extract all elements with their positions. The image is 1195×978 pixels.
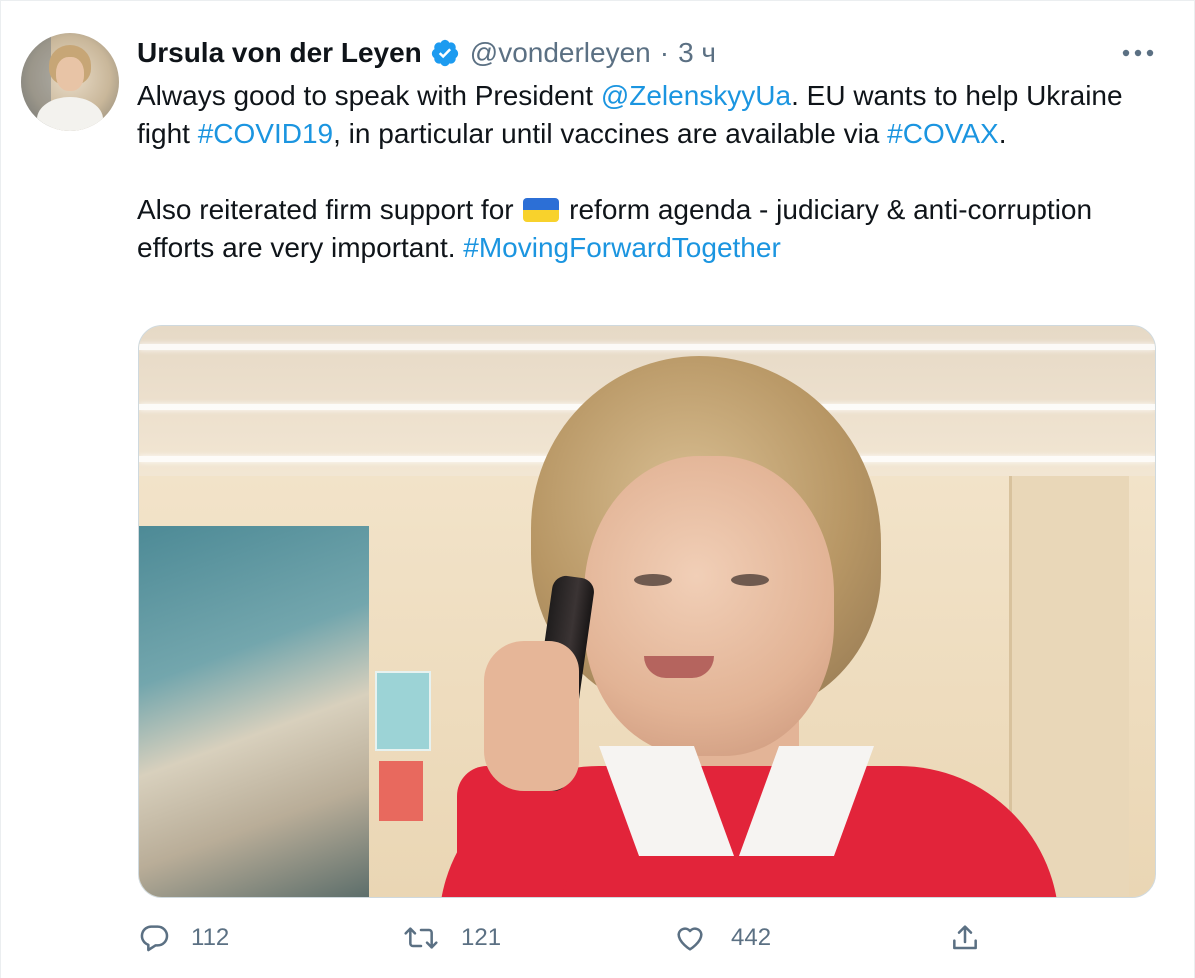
hashtag-link-movingforwardtogether[interactable]: #MovingForwardTogether bbox=[463, 232, 781, 263]
header-separator: · bbox=[659, 37, 670, 68]
photo-person-eye bbox=[634, 574, 672, 586]
reply-icon bbox=[140, 925, 169, 952]
verified-badge-icon bbox=[430, 38, 460, 68]
photo-person-mouth bbox=[644, 656, 714, 678]
photo-person-eye bbox=[731, 574, 769, 586]
tweet-header: Ursula von der Leyen @vonderleyen · 3 ч bbox=[137, 33, 716, 73]
photo-poster bbox=[375, 671, 431, 751]
photo-person-face bbox=[584, 456, 834, 756]
share-icon bbox=[953, 925, 977, 950]
tweet-card[interactable]: Ursula von der Leyen @vonderleyen · 3 ч … bbox=[0, 0, 1195, 978]
mention-link[interactable]: @ZelenskyyUa bbox=[601, 80, 791, 111]
hashtag-link-covid19[interactable]: #COVID19 bbox=[198, 118, 333, 149]
photo-person-hand bbox=[484, 641, 579, 791]
like-button[interactable]: 442 bbox=[673, 916, 771, 960]
tweet-text-segment: Always good to speak with President bbox=[137, 80, 601, 111]
photo-painting bbox=[139, 526, 369, 897]
tweet-text-segment: , in particular until vaccines are avail… bbox=[333, 118, 888, 149]
author-name[interactable]: Ursula von der Leyen bbox=[137, 33, 422, 73]
tweet-paragraph-2: Also reiterated firm support for reform … bbox=[137, 191, 1157, 267]
tweet-photo[interactable] bbox=[138, 325, 1156, 898]
author-handle[interactable]: @vonderleyen bbox=[470, 33, 651, 73]
more-icon bbox=[1122, 49, 1154, 57]
hashtag-link-covax[interactable]: #COVAX bbox=[887, 118, 999, 149]
tweet-text: Always good to speak with President @Zel… bbox=[137, 77, 1157, 267]
reply-button[interactable]: 112 bbox=[139, 916, 229, 960]
avatar-face bbox=[56, 57, 84, 91]
reply-count: 112 bbox=[191, 924, 230, 951]
avatar[interactable] bbox=[21, 33, 119, 131]
ukraine-flag-icon bbox=[523, 198, 560, 222]
more-options-button[interactable] bbox=[1118, 35, 1158, 71]
retweet-icon bbox=[404, 927, 438, 949]
like-count: 442 bbox=[731, 924, 772, 951]
retweet-button[interactable]: 121 bbox=[403, 916, 501, 960]
photo-light-strip bbox=[139, 344, 1155, 350]
avatar-body bbox=[37, 97, 103, 131]
tweet-actions: 112 121 442 bbox=[137, 916, 1157, 960]
share-button[interactable] bbox=[949, 916, 981, 960]
like-icon bbox=[677, 927, 703, 951]
retweet-count: 121 bbox=[461, 924, 502, 951]
tweet-text-segment: Also reiterated firm support for bbox=[137, 194, 522, 225]
tweet-paragraph-1: Always good to speak with President @Zel… bbox=[137, 77, 1157, 153]
photo-poster bbox=[379, 761, 423, 821]
tweet-text-segment: . bbox=[998, 118, 1007, 149]
tweet-timestamp[interactable]: 3 ч bbox=[678, 33, 716, 73]
